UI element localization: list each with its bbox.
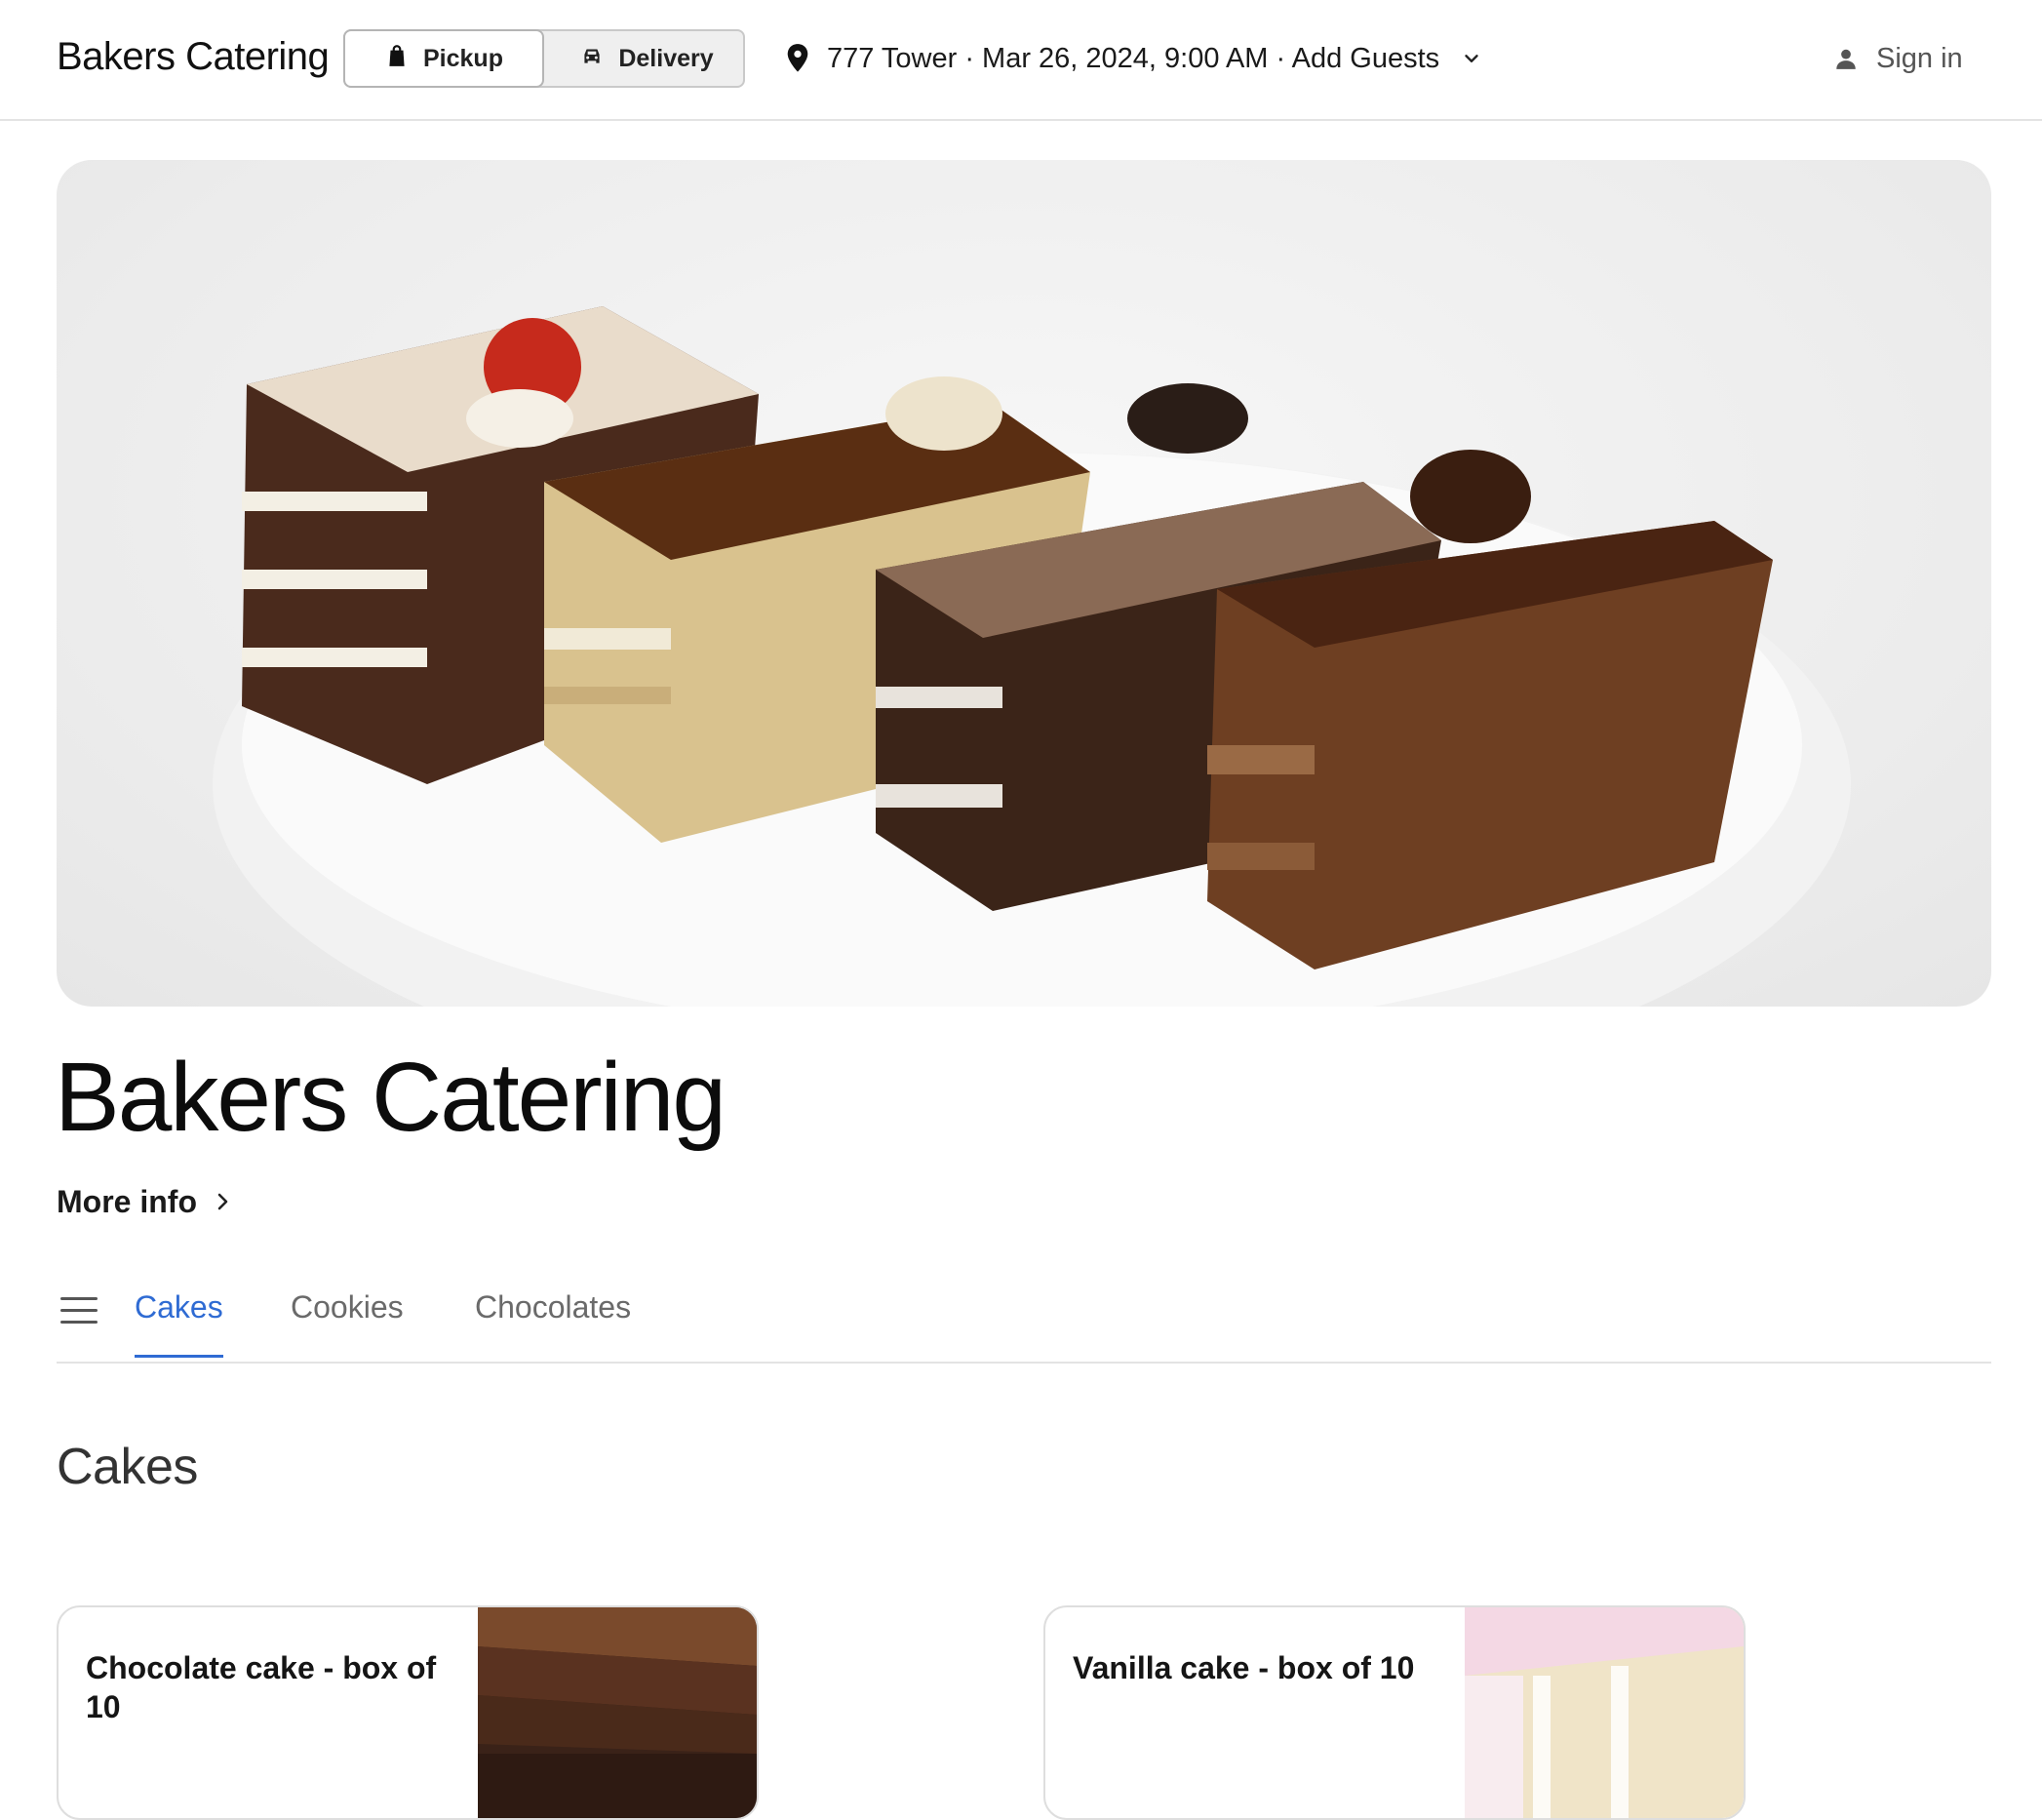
store-hero-image [57,160,1991,1007]
sign-in-button[interactable]: Sign in [1833,39,1963,78]
order-context-selector[interactable]: 777 Tower · Mar 26, 2024, 9:00 AM · Add … [784,39,1482,78]
menu-item-name: Vanilla cake - box of 10 [1073,1650,1415,1685]
fulfillment-mode-toggle: Pickup Delivery [343,29,745,88]
chevron-right-icon [215,1191,232,1212]
top-navigation-bar: Bakers Catering Pickup Delivery 777 Towe… [0,0,2042,121]
menu-item-name: Chocolate cake - box of 10 [86,1650,437,1724]
location-pin-icon [784,43,811,74]
tab-cookies[interactable]: Cookies [291,1289,404,1355]
user-icon [1833,46,1859,71]
shopping-bag-icon [384,43,410,75]
delivery-label: Delivery [618,44,714,72]
more-info-link[interactable]: More info [57,1180,232,1223]
pickup-label: Pickup [423,44,503,72]
menu-item-card[interactable]: Vanilla cake - box of 10 [1043,1605,1746,1820]
chevron-down-icon [1455,48,1482,69]
vanilla-cake-photo [1465,1607,1744,1818]
brand-logo-text[interactable]: Bakers Catering [57,35,330,79]
tab-chocolates[interactable]: Chocolates [475,1289,631,1355]
hamburger-menu-icon[interactable] [60,1297,98,1326]
menu-item-card[interactable]: Chocolate cake - box of 10 [57,1605,759,1820]
chocolate-cake-photo [478,1607,757,1818]
store-title: Bakers Catering [55,1043,726,1152]
order-context-text: 777 Tower · Mar 26, 2024, 9:00 AM · Add … [827,42,1440,74]
category-tabs: Cakes Cookies Chocolates [57,1268,1991,1364]
tab-cakes[interactable]: Cakes [135,1289,223,1358]
more-info-label: More info [57,1183,197,1219]
sign-in-label: Sign in [1876,42,1963,74]
layered-cakes-photo [213,306,1851,1007]
delivery-button[interactable]: Delivery [546,29,747,88]
pickup-button[interactable]: Pickup [343,29,544,88]
section-title-cakes: Cakes [57,1439,198,1495]
car-icon [579,43,605,75]
